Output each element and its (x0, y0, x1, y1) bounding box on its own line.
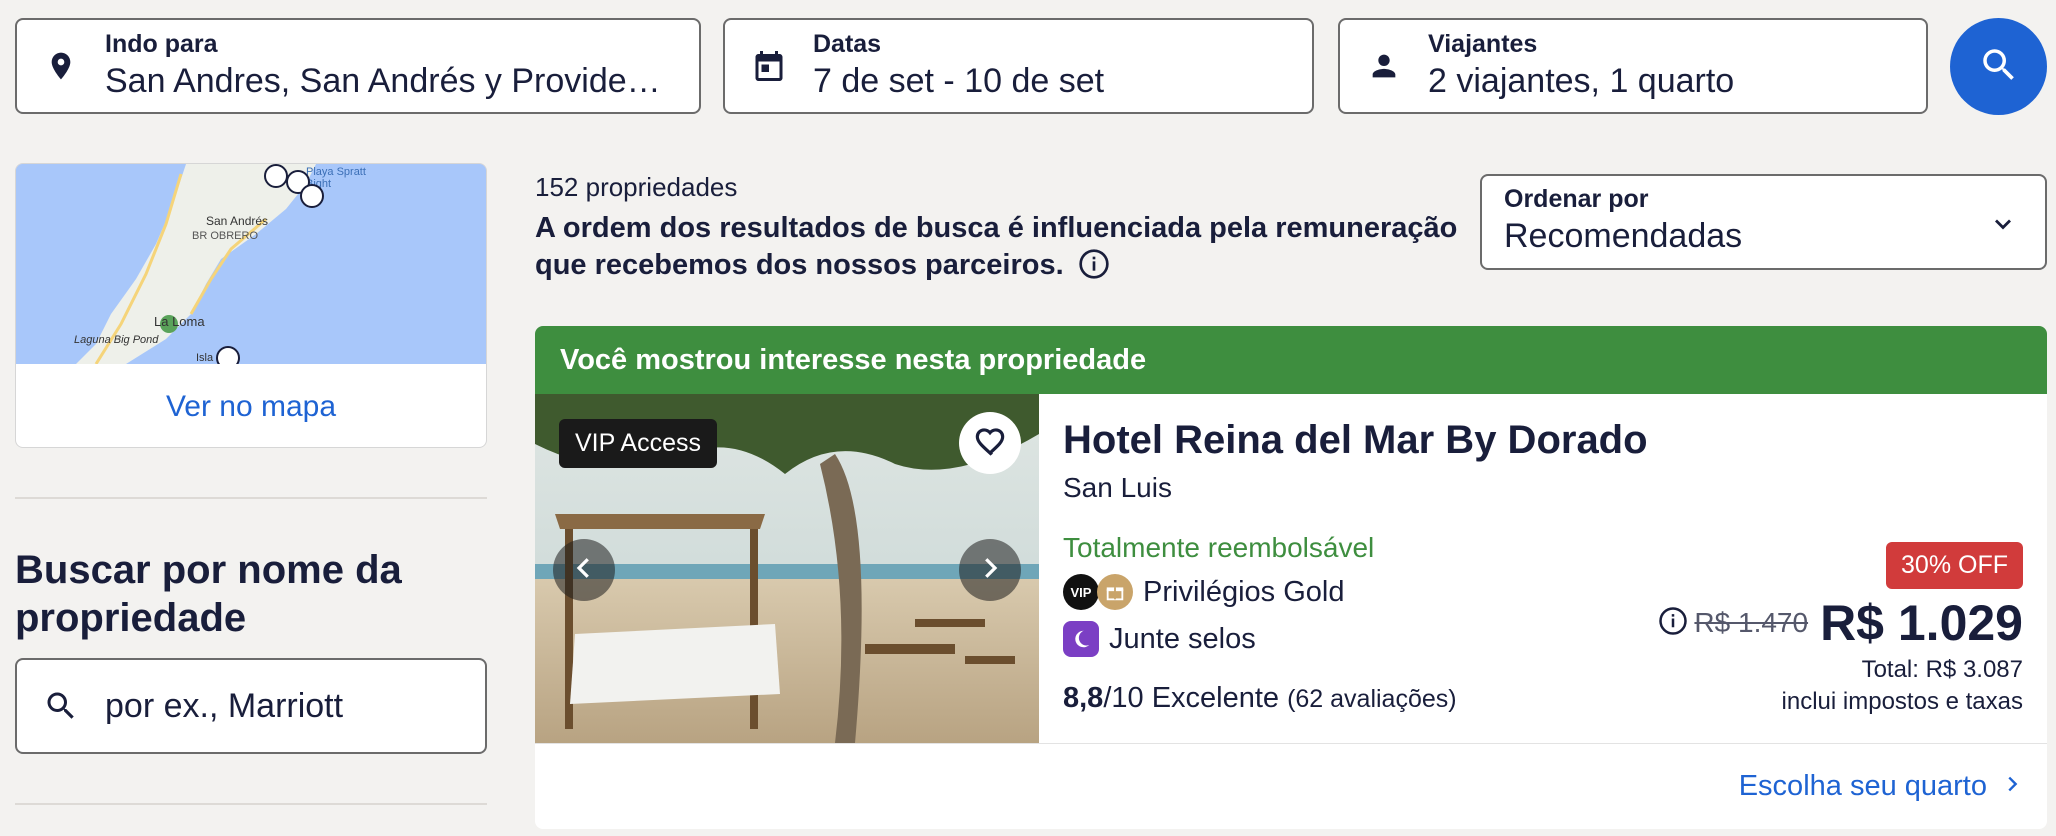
sort-label: Ordenar por (1504, 185, 1649, 213)
next-photo-button[interactable] (959, 539, 1021, 601)
hotel-name[interactable]: Hotel Reina del Mar By Dorado (1063, 418, 1648, 463)
property-search-title: Buscar por nome da propriedade (15, 548, 402, 640)
search-button[interactable] (1950, 18, 2047, 115)
property-card[interactable]: Você mostrou interesse nesta propriedade… (535, 326, 2047, 829)
search-icon (17, 688, 105, 724)
card-divider (535, 743, 2047, 744)
chevron-right-icon (975, 553, 1005, 588)
dates-field[interactable]: Datas 7 de set - 10 de set (723, 18, 1314, 114)
location-pin-icon (17, 48, 105, 84)
hotel-marker-icon[interactable] (300, 184, 324, 208)
dates-label: Datas (813, 30, 882, 58)
travelers-field[interactable]: Viajantes 2 viajantes, 1 quarto (1338, 18, 1928, 114)
travelers-label: Viajantes (1428, 30, 1538, 58)
chevron-down-icon (1989, 210, 2017, 243)
collect-stamps-label: Junte selos (1109, 622, 1256, 655)
sidebar-divider (15, 497, 487, 499)
map-label-obrero: BR OBRERO (192, 230, 259, 242)
chevron-left-icon (569, 553, 599, 588)
previous-photo-button[interactable] (553, 539, 615, 601)
sort-dropdown[interactable]: Ordenar por Recomendadas (1480, 174, 2047, 270)
map-label-big-pond: Laguna Big Pond (74, 334, 159, 346)
rating: 8,8 /10 Excelente (62 avaliações) (1063, 682, 1457, 715)
heart-icon (971, 422, 1009, 465)
map-thumbnail[interactable]: Playa Spratt Bight San Andrés BR OBRERO … (16, 164, 486, 364)
disclaimer-text: A ordem dos resultados de busca é influe… (535, 212, 1458, 281)
interest-banner: Você mostrou interesse nesta propriedade (535, 326, 2047, 394)
old-price: R$ 1.470 (1694, 607, 1809, 638)
destination-field[interactable]: Indo para San Andres, San Andrés y Provi… (15, 18, 701, 114)
vip-icon: VIP (1063, 574, 1099, 610)
price-row: R$ 1.470 R$ 1.029 (1658, 594, 2023, 652)
choose-room-label: Escolha seu quarto (1738, 770, 1987, 802)
gold-privileges-label: Privilégios Gold (1143, 575, 1345, 608)
chevron-right-icon (1987, 770, 2023, 803)
property-photo[interactable]: VIP Access (535, 394, 1039, 743)
moon-icon (1063, 621, 1099, 657)
travelers-value: 2 viajantes, 1 quarto (1428, 62, 1735, 100)
refundable-label: Totalmente reembolsável (1063, 532, 1375, 563)
hotel-marker-icon[interactable] (216, 346, 240, 364)
vip-access-badge: VIP Access (559, 419, 717, 468)
favorite-button[interactable] (959, 412, 1021, 474)
destination-label: Indo para (105, 30, 218, 58)
dates-value: 7 de set - 10 de set (813, 62, 1105, 100)
gift-icon (1097, 574, 1133, 610)
price-info-icon[interactable] (1658, 606, 1688, 641)
rating-scale: /10 Excelente (1103, 682, 1280, 714)
calendar-icon (725, 48, 813, 84)
rating-score: 8,8 (1063, 682, 1104, 714)
property-name-input[interactable] (105, 686, 475, 726)
info-icon[interactable] (1078, 248, 1110, 280)
search-icon (1978, 44, 2020, 89)
sort-value: Recomendadas (1504, 217, 1743, 255)
map-label-la-loma: La Loma (154, 314, 205, 329)
map-label-san-andres: San Andrés (206, 214, 269, 228)
rating-reviews: (62 avaliações) (1287, 685, 1457, 713)
choose-room-link[interactable]: Escolha seu quarto (1739, 770, 2023, 803)
current-price: R$ 1.029 (1820, 595, 2023, 651)
person-icon (1340, 49, 1428, 83)
total-price: Total: R$ 3.087 (1861, 656, 2023, 683)
collect-stamps: Junte selos (1063, 621, 1256, 657)
view-map-link[interactable]: Ver no mapa (16, 364, 486, 447)
property-name-field[interactable] (15, 658, 487, 754)
discount-badge: 30% OFF (1886, 542, 2023, 589)
map-label-isla: Isla (196, 352, 214, 364)
results-count: 152 propriedades (535, 172, 738, 202)
map-card[interactable]: Playa Spratt Bight San Andrés BR OBRERO … (15, 163, 487, 448)
taxes-note: inclui impostos e taxas (1781, 688, 2023, 715)
gold-privileges: VIP Privilégios Gold (1063, 574, 1344, 610)
destination-value: San Andres, San Andrés y Providencia, Co… (105, 62, 675, 100)
hotel-location: San Luis (1063, 472, 1172, 503)
hotel-marker-icon[interactable] (264, 164, 288, 188)
sidebar-divider (15, 803, 487, 805)
results-disclaimer: A ordem dos resultados de busca é influe… (535, 210, 1465, 284)
